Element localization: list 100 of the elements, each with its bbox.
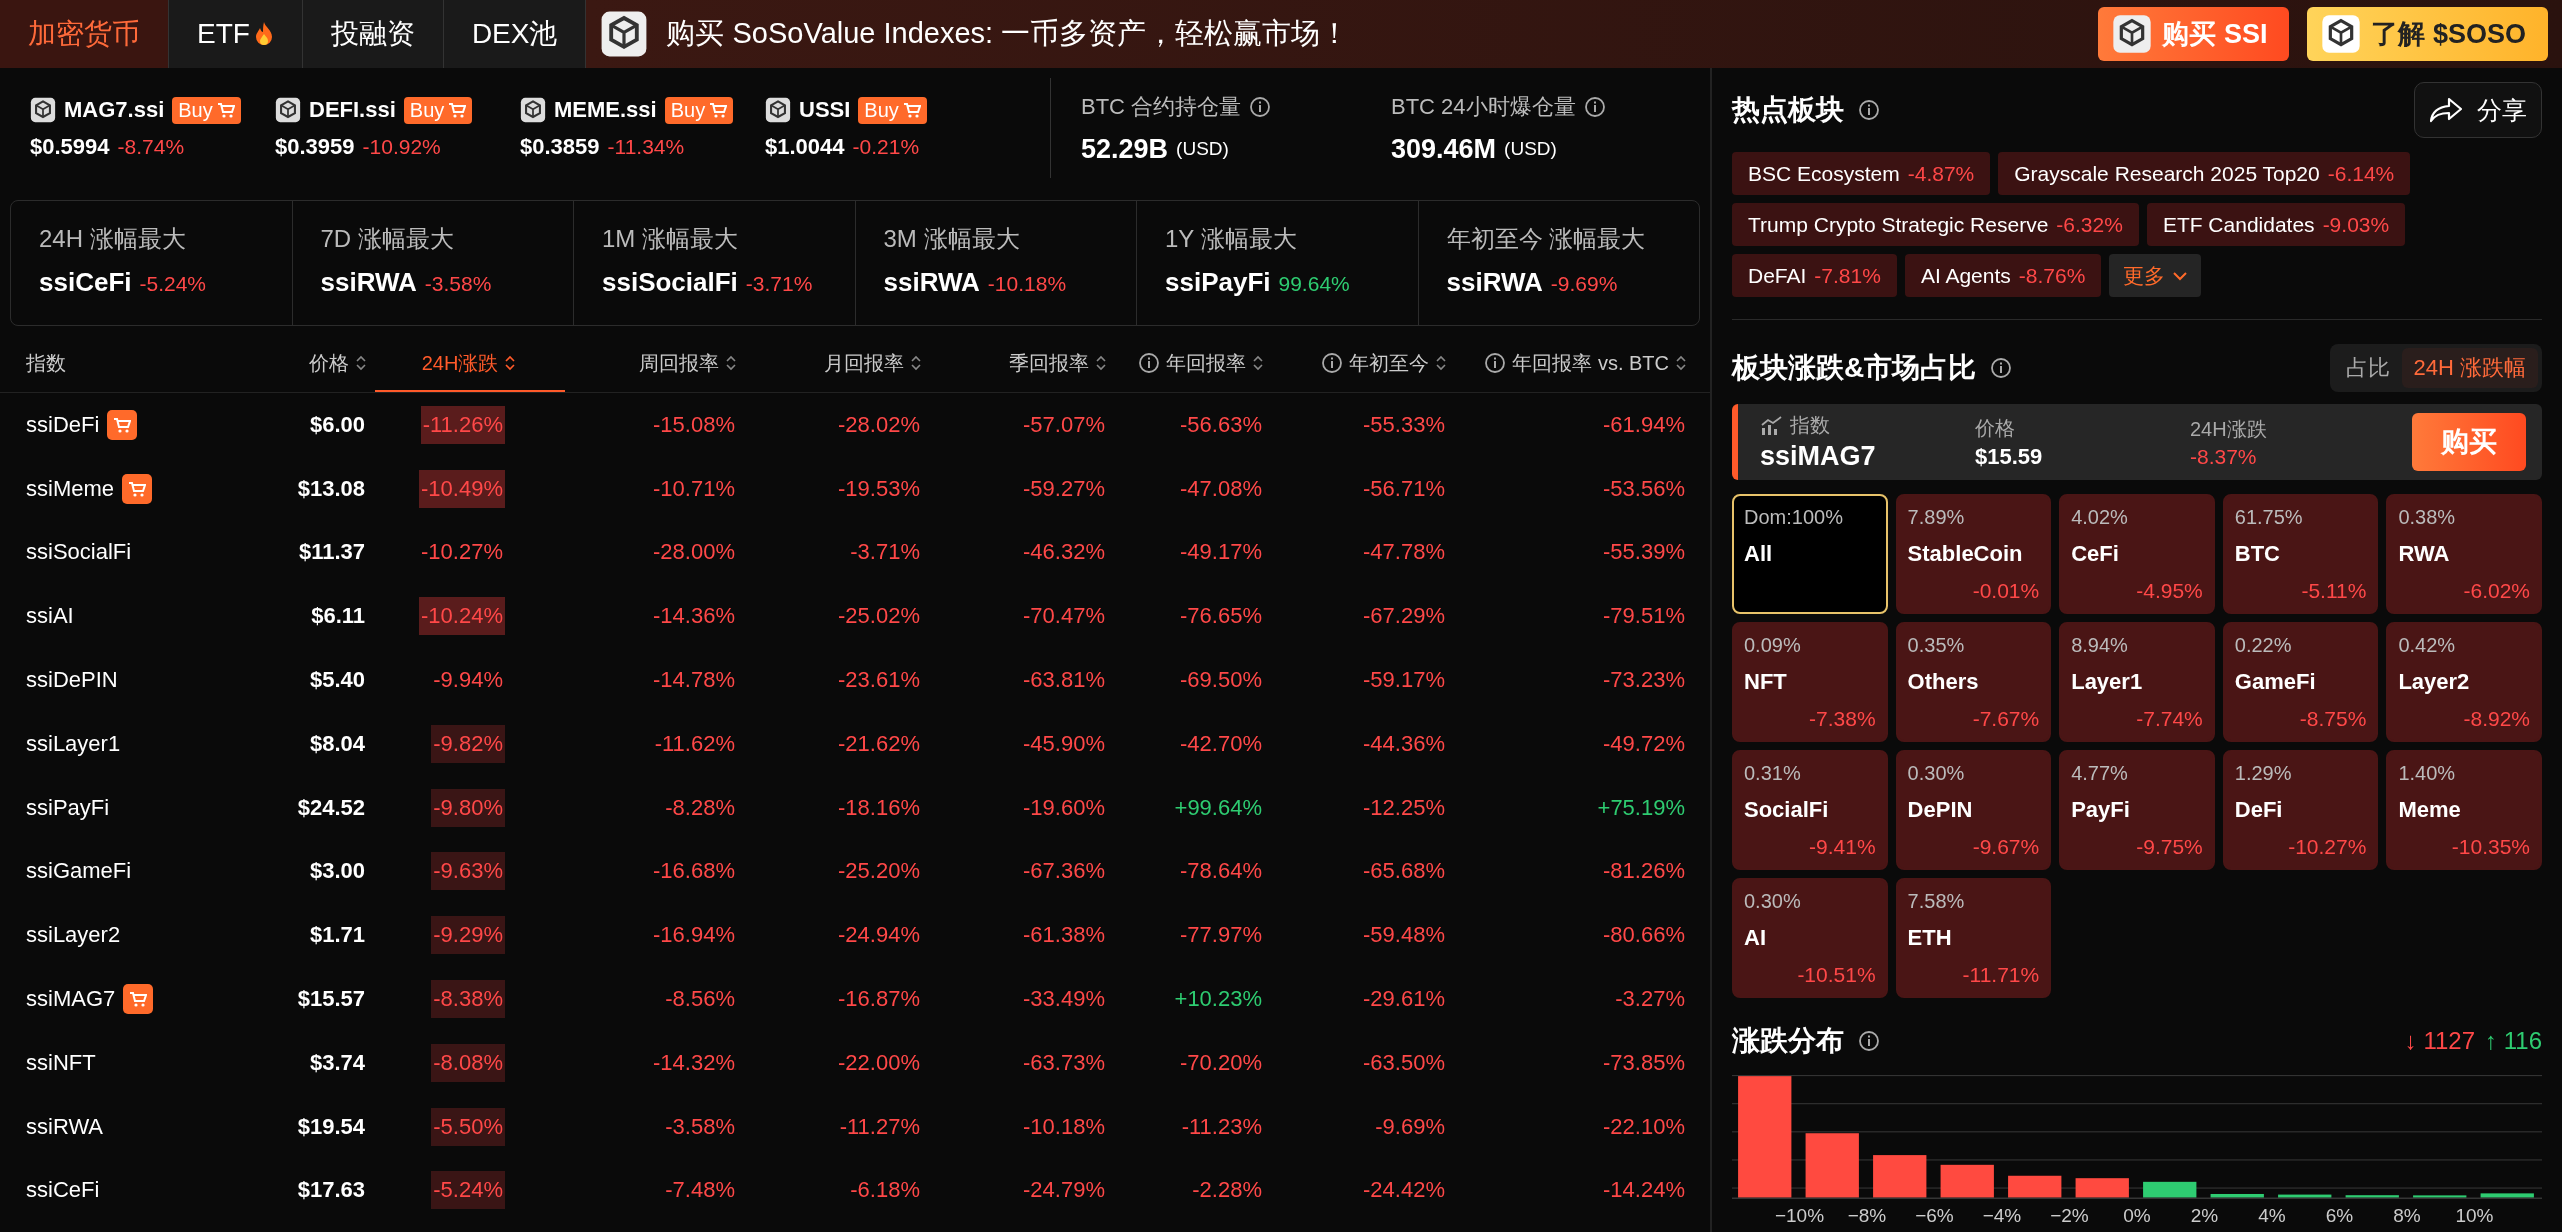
sector-tile[interactable]: 7.58% ETH -11.71% (1895, 878, 2052, 998)
banner-text: 购买 SoSoValue Indexes: 一币多资产，轻松赢市场！ (666, 16, 1351, 51)
sector-tile[interactable]: 61.75% BTC -5.11% (2222, 494, 2379, 614)
nav-tab[interactable]: 加密货币 (0, 0, 169, 68)
logo-icon (275, 97, 301, 123)
sector-tile[interactable]: 0.42% Layer2 -8.92% (2386, 622, 2542, 742)
column-header[interactable]: 年回报率 (1115, 336, 1272, 392)
sector-tag[interactable]: BSC Ecosystem -4.87% (1732, 152, 1991, 195)
price-cell-text: $17.63 (296, 1177, 366, 1204)
sector-tile[interactable]: 0.38% RWA -6.02% (2386, 494, 2542, 614)
sector-change: -4.95% (2135, 579, 2203, 603)
index-name[interactable]: ssiMAG7 (26, 986, 116, 1013)
info-icon (1990, 357, 2013, 379)
column-header[interactable]: 月回报率 (745, 336, 930, 392)
sector-tag[interactable]: Trump Crypto Strategic Reserve -6.32% (1732, 203, 2139, 246)
ticker-name: DEFI.ssi (309, 97, 396, 123)
index-name[interactable]: ssiCeFi (26, 1177, 100, 1204)
change-label: 24H涨跌 (2190, 416, 2268, 442)
sector-tile[interactable]: 0.09% NFT -7.38% (1732, 622, 1888, 742)
sector-change: -5.11% (2300, 579, 2367, 603)
index-name[interactable]: ssiDeFi (26, 411, 100, 438)
index-name[interactable]: ssiDePIN (26, 667, 118, 694)
axis-label: −6% (1914, 1205, 1955, 1227)
table-cell-text: -3.71% (849, 539, 921, 566)
cart-button[interactable] (107, 409, 138, 440)
sector-tile[interactable]: 0.30% DePIN -9.67% (1895, 750, 2052, 870)
column-header[interactable]: 指数 (20, 336, 230, 392)
table-cell-text: -49.72% (1602, 730, 1686, 757)
leader-label: 24H 涨幅最大 (39, 224, 187, 254)
table-cell-text: -45.90% (1022, 730, 1106, 757)
sector-tile[interactable]: 0.35% Others -7.67% (1895, 622, 2052, 742)
column-header[interactable]: 年初至今 (1272, 336, 1455, 392)
nav-tab[interactable]: ETF (169, 0, 303, 68)
sector-tile[interactable]: Dom:100% All (1732, 494, 1888, 614)
sector-tile[interactable]: 7.89% StableCoin -0.01% (1895, 494, 2052, 614)
sector-share: 1.40% (2398, 762, 2457, 785)
table-cell-text: -3.58% (664, 1113, 736, 1140)
index-change: -8.37% (2190, 444, 2258, 469)
change-cell: -9.29% (431, 916, 505, 955)
table-cell-text: -8.56% (664, 986, 736, 1013)
sector-tile[interactable]: 0.30% AI -10.51% (1732, 878, 1888, 998)
index-name[interactable]: ssiLayer1 (26, 730, 121, 757)
index-name[interactable]: ssiLayer2 (26, 922, 121, 949)
table-cell-text: -76.65% (1179, 603, 1263, 630)
more-button[interactable]: 更多 (2109, 254, 2202, 297)
table-cell-text: -16.87% (837, 986, 921, 1013)
share-button[interactable]: 分享 (2414, 82, 2542, 138)
sector-share: 0.42% (2398, 634, 2457, 657)
sector-share: 0.31% (1744, 762, 1802, 785)
sector-name: BTC (2234, 541, 2281, 567)
table-cell-text: -7.48% (664, 1177, 736, 1204)
sector-tag[interactable]: DeFAI -7.81% (1732, 254, 1897, 297)
column-header[interactable]: 24H涨跌 (375, 336, 565, 392)
sector-name: ETH (1907, 925, 1953, 951)
column-header[interactable]: 季回报率 (930, 336, 1115, 392)
index-name[interactable]: ssiSocialFi (26, 539, 132, 566)
axis-label: 4% (2257, 1205, 2287, 1227)
change-cell: -10.49% (419, 469, 505, 508)
nav-tab[interactable]: 投融资 (302, 0, 444, 68)
sector-tile[interactable]: 0.22% GameFi -8.75% (2222, 622, 2379, 742)
table-cell-text: -55.33% (1362, 411, 1446, 438)
sector-name: PayFi (2071, 797, 2131, 823)
sector-tile[interactable]: 8.94% Layer1 -7.74% (2059, 622, 2215, 742)
sector-tile[interactable]: 0.31% SocialFi -9.41% (1732, 750, 1888, 870)
sector-tag[interactable]: ETF Candidates -9.03% (2146, 203, 2406, 246)
leader-label: 3M 涨幅最大 (883, 224, 1021, 254)
toggle-option[interactable]: 占比 (2333, 348, 2402, 388)
sector-share: 61.75% (2234, 506, 2304, 529)
sector-tile[interactable]: 4.02% CeFi -4.95% (2059, 494, 2215, 614)
table-cell-text: -59.27% (1022, 475, 1106, 502)
learn-button[interactable]: 了解 $SOSO (2307, 7, 2548, 61)
table-cell-text: -14.32% (652, 1049, 736, 1076)
change-cell: -8.38% (431, 980, 505, 1019)
sector-tile[interactable]: 1.29% DeFi -10.27% (2222, 750, 2379, 870)
sort-icon (1252, 354, 1264, 372)
sector-tile[interactable]: 1.40% Meme -10.35% (2386, 750, 2542, 870)
axis-label: 6% (2324, 1205, 2355, 1227)
column-header[interactable]: 价格 (230, 336, 375, 392)
table-cell-text: +10.23% (1173, 986, 1263, 1013)
toggle-option[interactable]: 24H 涨跌幅 (2401, 348, 2538, 388)
column-header[interactable]: 周回报率 (565, 336, 745, 392)
index-name[interactable]: ssiRWA (26, 1113, 103, 1140)
index-name[interactable]: ssiPayFi (26, 794, 110, 821)
column-header[interactable]: 年回报率 vs. BTC (1455, 336, 1695, 392)
index-name[interactable]: ssiAI (26, 603, 74, 630)
sector-name: All (1744, 541, 1774, 567)
index-name[interactable]: ssiNFT (26, 1049, 96, 1076)
cart-button[interactable] (122, 473, 152, 504)
sector-tag[interactable]: Grayscale Research 2025 Top20 -6.14% (1998, 152, 2411, 195)
ticker-price: $0.3959 (275, 133, 355, 160)
table-cell-text: -24.42% (1362, 1177, 1446, 1204)
table-cell-text: -8.28% (664, 794, 736, 821)
metric-value: 309.46M (1391, 133, 1497, 165)
index-name[interactable]: ssiGameFi (26, 858, 132, 885)
histogram-bar (2480, 1193, 2534, 1198)
sector-tile[interactable]: 4.77% PayFi -9.75% (2059, 750, 2215, 870)
cart-icon (216, 102, 235, 118)
sector-tag[interactable]: AI Agents -8.76% (1904, 254, 2102, 297)
cart-button[interactable] (123, 984, 154, 1015)
index-name[interactable]: ssiMeme (26, 475, 114, 502)
